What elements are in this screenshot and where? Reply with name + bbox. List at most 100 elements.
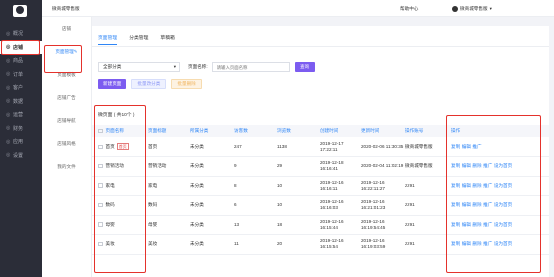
nav-item-2[interactable]: ◎ 商品 <box>0 54 42 68</box>
column-header-label: 更新时间 <box>361 128 380 133</box>
store-name[interactable]: 微商城零售版 <box>52 6 80 12</box>
table-row[interactable]: 数码 数码 未分类 6 10 2019-12-16 16:16:03 2019-12-16 … <box>92 195 549 216</box>
op-link[interactable]: 推广 <box>483 183 492 188</box>
column-header-label: 页面名称 <box>105 128 124 133</box>
op-link[interactable]: 删除 <box>472 222 481 227</box>
op-link[interactable]: 推广 <box>483 202 492 207</box>
op-link[interactable]: 删除 <box>472 202 481 207</box>
op-link[interactable]: 设为首页 <box>494 222 512 227</box>
column-header-5[interactable]: 创建时间 <box>320 125 361 137</box>
cell-text: zz91 <box>405 202 415 208</box>
cell-name[interactable]: 数码 <box>92 195 148 216</box>
op-link[interactable]: 删除 <box>472 183 481 188</box>
nav-item-3[interactable]: ◎ 订单 <box>0 68 42 82</box>
subnav-item-6[interactable]: 我的文件 <box>42 155 91 178</box>
cell-text: 未分类 <box>190 221 204 227</box>
op-link[interactable]: 删除 <box>472 163 481 168</box>
op-link[interactable]: 编辑 <box>462 163 471 168</box>
cell-operations: 复制 编辑 删除 推广 设为首页 <box>451 195 549 216</box>
category-select[interactable]: 全部分类 ▾ <box>98 62 180 72</box>
op-link[interactable]: 复制 <box>451 241 460 246</box>
cell-text: 2019-12-16 16:15:54 <box>320 238 344 250</box>
column-header-8[interactable]: 操作 <box>451 125 549 137</box>
nav-item-5[interactable]: ◎ 数据 <box>0 95 42 109</box>
op-link[interactable]: 编辑 <box>462 222 471 227</box>
cell-views: 20 <box>277 234 320 255</box>
cell-name[interactable]: 家电 <box>92 176 148 196</box>
op-link[interactable]: 复制 <box>451 144 460 149</box>
nav-item-1[interactable]: ◎ 店铺 <box>0 40 42 54</box>
row-checkbox[interactable] <box>98 241 103 247</box>
op-link[interactable]: 推广 <box>483 222 492 227</box>
select-all-checkbox[interactable] <box>98 128 103 134</box>
op-link[interactable]: 编辑 <box>462 183 471 188</box>
op-link[interactable]: 编辑 <box>462 202 471 207</box>
op-link[interactable]: 删除 <box>472 241 481 246</box>
column-header-2[interactable]: 所属分类 <box>190 125 234 137</box>
table-row[interactable]: 母婴 母婴 未分类 13 18 2019-12-16 16:15:44 2019-12-16… <box>92 215 549 235</box>
cell-name[interactable]: 美妆 <box>92 234 148 255</box>
op-link[interactable]: 复制 <box>451 183 460 188</box>
table-row[interactable]: 营销活动 营销活动 未分类 9 29 2019-12-18 16:16:41 2020-02… <box>92 156 549 177</box>
row-checkbox[interactable] <box>98 144 103 150</box>
column-header-4[interactable]: 浏览数 <box>277 125 320 137</box>
cell-account: 微商城零售版 <box>405 137 451 157</box>
cell-name[interactable]: 首页 首页 <box>92 137 148 157</box>
row-checkbox[interactable] <box>98 163 103 169</box>
op-link[interactable]: 推广 <box>483 163 492 168</box>
query-button[interactable]: 查询 <box>294 62 315 72</box>
row-checkbox[interactable] <box>98 202 103 208</box>
subnav-item-0[interactable]: 店铺 <box>42 17 91 40</box>
column-header-7[interactable]: 操作账号 <box>405 125 451 137</box>
op-link[interactable]: 复制 <box>451 163 460 168</box>
tab-2[interactable]: 草稿箱 <box>160 34 174 45</box>
op-link[interactable]: 设为首页 <box>494 241 512 246</box>
op-link[interactable]: 设为首页 <box>494 202 512 207</box>
new-page-button[interactable]: 新建页面 <box>98 79 127 89</box>
op-link[interactable]: 编辑 <box>462 144 471 149</box>
op-link[interactable]: 复制 <box>451 222 460 227</box>
nav-item-9[interactable]: ◎ 设置 <box>0 149 42 163</box>
subnav-item-1[interactable]: 页面管理 ✎ <box>42 40 91 63</box>
nav-item-0[interactable]: ◎ 概况 <box>0 27 42 41</box>
column-header-1[interactable]: 页面标题 <box>148 125 190 137</box>
batch-category-button[interactable]: 批量改分类 <box>131 79 167 89</box>
table-row[interactable]: 美妆 美妆 未分类 11 20 2019-12-16 16:15:54 2019-12-16… <box>92 234 549 255</box>
customer-icon: ◎ <box>6 84 11 91</box>
nav-item-7[interactable]: ◎ 财务 <box>0 122 42 136</box>
nav-item-6[interactable]: ◎ 运营 <box>0 108 42 122</box>
cell-text: 美妆 <box>105 241 115 247</box>
tab-0[interactable]: 页面管理 <box>98 34 118 45</box>
op-link[interactable]: 设为首页 <box>494 183 512 188</box>
cell-name[interactable]: 营销活动 <box>92 156 148 177</box>
store-logo[interactable] <box>13 5 27 17</box>
page-tabs: 页面管理 分类管理 草稿箱 <box>98 34 187 45</box>
cell-category: 未分类 <box>190 137 234 157</box>
column-header-3[interactable]: 访客数 <box>234 125 277 137</box>
row-checkbox[interactable] <box>98 222 103 227</box>
subnav-item-3[interactable]: 店铺广告 <box>42 86 91 109</box>
cell-name[interactable]: 母婴 <box>92 215 148 235</box>
subnav-item-2[interactable]: 页面模板 <box>42 63 91 86</box>
column-header-label: 操作账号 <box>405 128 424 133</box>
cell-views: 10 <box>277 195 320 216</box>
op-link[interactable]: 推广 <box>472 144 481 149</box>
op-link[interactable]: 设为首页 <box>494 163 512 168</box>
row-checkbox[interactable] <box>98 183 103 188</box>
batch-delete-button[interactable]: 批量删除 <box>171 79 202 89</box>
tab-1[interactable]: 分类管理 <box>129 34 148 45</box>
table-row[interactable]: 首页 首页 首页 未分类 247 1138 2019-12-17 17:22:11 2020-… <box>92 137 549 157</box>
user-menu[interactable]: 微商城零售版 ▾ <box>452 6 492 12</box>
op-link[interactable]: 编辑 <box>462 241 471 246</box>
table-row[interactable]: 家电 家电 未分类 8 10 2019-12-16 16:16:11 2019-12-16 … <box>92 176 549 196</box>
op-link[interactable]: 复制 <box>451 202 460 207</box>
page-name-input[interactable] <box>211 62 290 72</box>
op-link[interactable]: 推广 <box>483 241 492 246</box>
nav-item-4[interactable]: ◎ 客户 <box>0 81 42 95</box>
column-header-0[interactable]: 页面名称 <box>92 125 148 137</box>
subnav-item-5[interactable]: 店铺风格 <box>42 132 91 155</box>
nav-item-8[interactable]: ◎ 应用 <box>0 135 42 149</box>
column-header-6[interactable]: 更新时间 <box>361 125 405 137</box>
subnav-item-4[interactable]: 店铺导航 <box>42 109 91 132</box>
help-center-link[interactable]: 帮助中心 <box>400 6 418 12</box>
